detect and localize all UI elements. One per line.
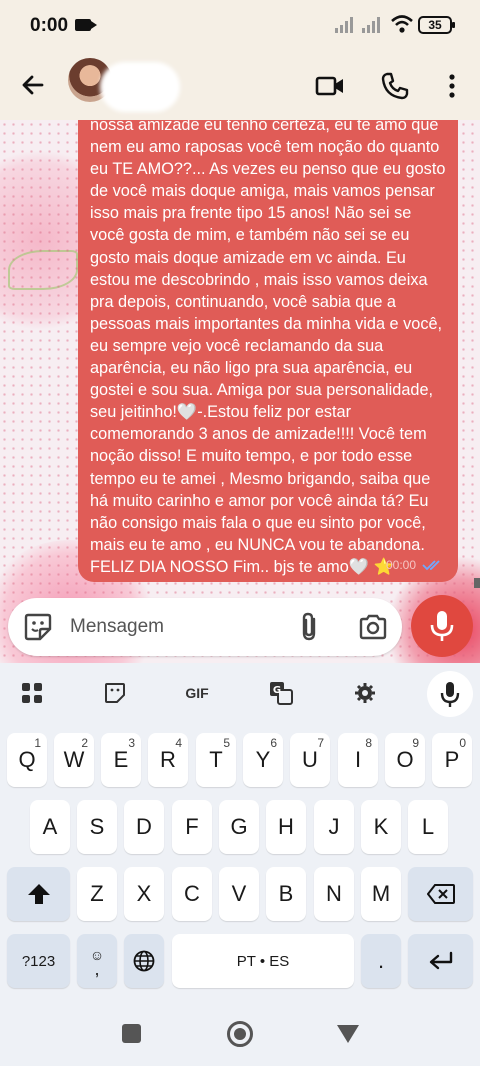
- home-button[interactable]: [227, 1021, 253, 1047]
- key-t[interactable]: T5: [196, 733, 236, 787]
- status-bar: 0:00 35: [0, 0, 480, 52]
- key-b[interactable]: B: [266, 867, 306, 921]
- key-w[interactable]: W2: [54, 733, 94, 787]
- scroll-indicator[interactable]: [474, 578, 480, 588]
- keyboard: GIF G Q1 W2 E3 R4 T5 Y6 U7 I8 O9 P0 A S …: [0, 663, 480, 995]
- video-recording-icon: [75, 19, 97, 31]
- gif-button[interactable]: GIF: [182, 679, 212, 707]
- key-k[interactable]: K: [361, 800, 401, 854]
- symbols-key[interactable]: ?123: [7, 934, 70, 988]
- attach-icon[interactable]: [294, 611, 326, 643]
- shift-key[interactable]: [7, 867, 70, 921]
- signal-icon-2: [362, 17, 380, 33]
- key-p[interactable]: P0: [432, 733, 472, 787]
- battery-icon: 35: [418, 16, 455, 34]
- recents-button[interactable]: [122, 1024, 141, 1043]
- wifi-icon: [391, 15, 413, 33]
- key-i[interactable]: I8: [338, 733, 378, 787]
- shift-arrow-icon: [27, 884, 50, 904]
- message-input[interactable]: Mensagem: [70, 616, 164, 638]
- sticker-keyboard-icon[interactable]: [100, 679, 130, 707]
- white-heart-emoji-2: 🤍: [348, 557, 370, 576]
- message-time: 00:00: [385, 557, 416, 572]
- key-m[interactable]: M: [361, 867, 401, 921]
- settings-gear-icon[interactable]: [350, 679, 380, 707]
- white-heart-emoji: 🤍: [176, 403, 198, 422]
- key-l[interactable]: L: [408, 800, 448, 854]
- status-time: 0:00: [30, 15, 69, 36]
- key-s[interactable]: S: [77, 800, 117, 854]
- key-f[interactable]: F: [172, 800, 212, 854]
- svg-text:G: G: [273, 685, 281, 696]
- sticker-icon[interactable]: [22, 611, 54, 643]
- key-y[interactable]: Y6: [243, 733, 283, 787]
- enter-arrow-icon: [429, 951, 452, 970]
- key-n[interactable]: N: [314, 867, 354, 921]
- message-text: nossa amizade eu tenho certeza, eu te am…: [90, 120, 448, 578]
- key-v[interactable]: V: [219, 867, 259, 921]
- camera-icon[interactable]: [357, 611, 389, 643]
- apps-grid-icon[interactable]: [17, 679, 47, 707]
- read-receipt-icon: [422, 560, 440, 571]
- key-c[interactable]: C: [172, 867, 212, 921]
- keyboard-toolbar: GIF G: [0, 663, 480, 723]
- message-meta: 00:00: [386, 554, 444, 576]
- message-text-part-2: -.Estou feliz por estar comemorando 3 an…: [90, 403, 431, 576]
- contact-name-redacted[interactable]: [100, 62, 180, 112]
- globe-icon: [133, 950, 155, 972]
- nav-back-button[interactable]: [337, 1025, 359, 1043]
- chat-header: [0, 52, 480, 120]
- key-z[interactable]: Z: [77, 867, 117, 921]
- keyboard-voice-button[interactable]: [427, 671, 473, 717]
- keyboard-mic-icon: [440, 682, 460, 707]
- key-a[interactable]: A: [30, 800, 70, 854]
- voice-message-button[interactable]: [411, 595, 473, 657]
- microphone-icon: [430, 611, 454, 641]
- backspace-key[interactable]: [408, 867, 473, 921]
- key-u[interactable]: U7: [290, 733, 330, 787]
- key-j[interactable]: J: [314, 800, 354, 854]
- period-key[interactable]: .: [361, 934, 401, 988]
- signal-icon: [335, 17, 353, 33]
- key-x[interactable]: X: [124, 867, 164, 921]
- back-arrow-icon[interactable]: [18, 70, 48, 100]
- system-nav-bar: [0, 995, 480, 1066]
- emoji-comma-key[interactable]: ☺ ,: [77, 934, 117, 988]
- video-call-icon[interactable]: [314, 70, 346, 102]
- enter-key[interactable]: [408, 934, 473, 988]
- message-composer[interactable]: Mensagem: [8, 598, 402, 656]
- key-q[interactable]: Q1: [7, 733, 47, 787]
- key-r[interactable]: R4: [148, 733, 188, 787]
- language-key[interactable]: [124, 934, 164, 988]
- key-g[interactable]: G: [219, 800, 259, 854]
- message-bubble[interactable]: nossa amizade eu tenho certeza, eu te am…: [78, 120, 458, 582]
- key-e[interactable]: E3: [101, 733, 141, 787]
- backspace-icon: [426, 884, 455, 904]
- key-o[interactable]: O9: [385, 733, 425, 787]
- translate-icon[interactable]: G: [266, 679, 296, 707]
- voice-call-icon[interactable]: [379, 70, 411, 102]
- key-h[interactable]: H: [266, 800, 306, 854]
- message-text-part-1: nossa amizade eu tenho certeza, eu te am…: [90, 120, 446, 422]
- more-options-icon[interactable]: [436, 70, 468, 102]
- key-d[interactable]: D: [124, 800, 164, 854]
- space-bar[interactable]: PT • ES: [172, 934, 354, 988]
